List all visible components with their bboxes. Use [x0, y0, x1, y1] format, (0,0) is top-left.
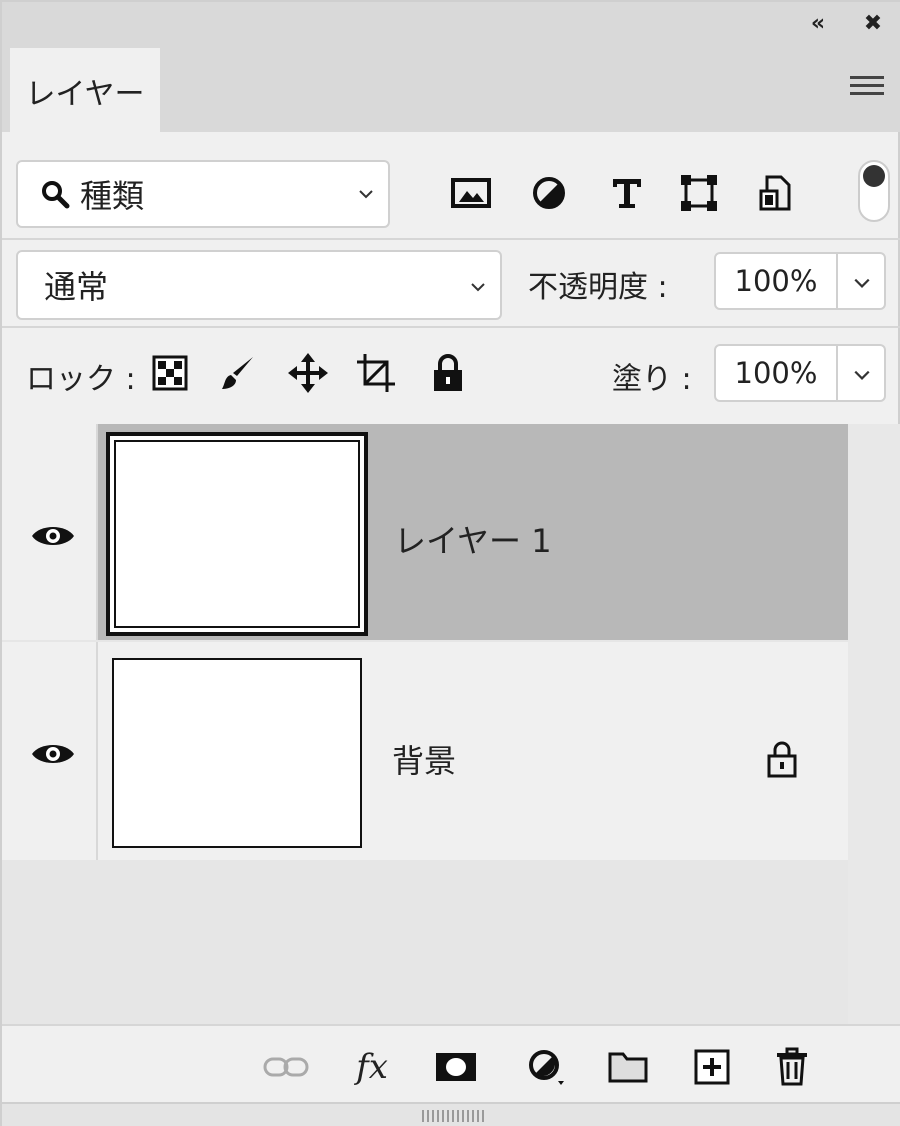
layer-row-layer-1[interactable]: レイヤー 1: [2, 424, 848, 640]
fill-label: 塗り :: [612, 362, 692, 397]
link-layers-icon[interactable]: [260, 1042, 312, 1092]
tab-layers[interactable]: レイヤー: [10, 48, 160, 134]
panel-footer: fx: [2, 1024, 900, 1126]
chevron-down-icon: [359, 190, 373, 199]
tab-bar: レイヤー: [2, 44, 900, 134]
visibility-column: [2, 642, 98, 860]
layer-name: レイヤー 1: [394, 522, 552, 560]
type-filter-icon[interactable]: [602, 168, 652, 218]
filter-toggle[interactable]: [858, 160, 890, 222]
opacity-label: 不透明度 :: [528, 270, 668, 305]
collapse-panel-icon[interactable]: «: [800, 8, 830, 38]
chevron-down-icon: [854, 370, 870, 380]
layer-thumbnail: [112, 658, 362, 848]
blend-mode-select[interactable]: 通常: [16, 250, 502, 320]
fill-dropdown[interactable]: [838, 344, 886, 402]
divider: [2, 238, 900, 240]
chevron-down-icon: [471, 283, 485, 292]
visibility-column: [2, 424, 98, 640]
eye-icon[interactable]: [30, 522, 76, 550]
filter-kind-select[interactable]: 種類: [16, 160, 390, 228]
opacity-dropdown[interactable]: [838, 252, 886, 310]
add-mask-icon[interactable]: [430, 1042, 482, 1092]
new-layer-icon[interactable]: [686, 1042, 738, 1092]
opacity-input[interactable]: 100%: [714, 252, 838, 310]
lock-artboard-icon[interactable]: [354, 348, 398, 398]
search-icon: [42, 181, 70, 209]
lock-all-icon[interactable]: [426, 348, 470, 398]
adjustment-filter-icon[interactable]: [524, 168, 574, 218]
resize-grip[interactable]: [2, 1102, 900, 1126]
toggle-knob: [863, 165, 885, 187]
smart-object-filter-icon[interactable]: [750, 168, 800, 218]
divider: [2, 326, 900, 328]
filter-kind-label: 種類: [80, 177, 145, 215]
layer-row-background[interactable]: 背景: [2, 642, 848, 860]
layer-list: レイヤー 1 背景: [2, 424, 900, 1024]
panel-menu-icon[interactable]: [850, 76, 884, 100]
image-filter-icon[interactable]: [446, 168, 496, 218]
eye-icon[interactable]: [30, 740, 76, 768]
panel-title-bar: « ✖: [2, 2, 900, 44]
layer-list-scrollbar[interactable]: [848, 424, 900, 1024]
fx-icon[interactable]: fx: [346, 1042, 398, 1092]
lock-transparent-pixels-icon[interactable]: [148, 348, 192, 398]
new-fill-adjustment-icon[interactable]: [520, 1042, 572, 1092]
lock-label: ロック :: [26, 362, 136, 397]
fill-input[interactable]: 100%: [714, 344, 838, 402]
lock-image-pixels-icon[interactable]: [216, 348, 260, 398]
lock-position-icon[interactable]: [286, 348, 330, 398]
delete-layer-icon[interactable]: [766, 1042, 818, 1092]
chevron-down-icon: [854, 278, 870, 288]
layer-locked-icon: [767, 741, 797, 778]
layer-thumbnail: [106, 432, 368, 636]
close-panel-icon[interactable]: ✖: [858, 8, 888, 38]
blend-mode-label: 通常: [44, 268, 109, 306]
layers-panel: « ✖ レイヤー 種類 通常 不透明度: 100% ロック: 塗り: 10…: [0, 0, 900, 1126]
layer-name: 背景: [392, 742, 457, 780]
shape-filter-icon[interactable]: [674, 168, 724, 218]
new-group-icon[interactable]: [602, 1042, 654, 1092]
grip-dots: [422, 1110, 484, 1122]
